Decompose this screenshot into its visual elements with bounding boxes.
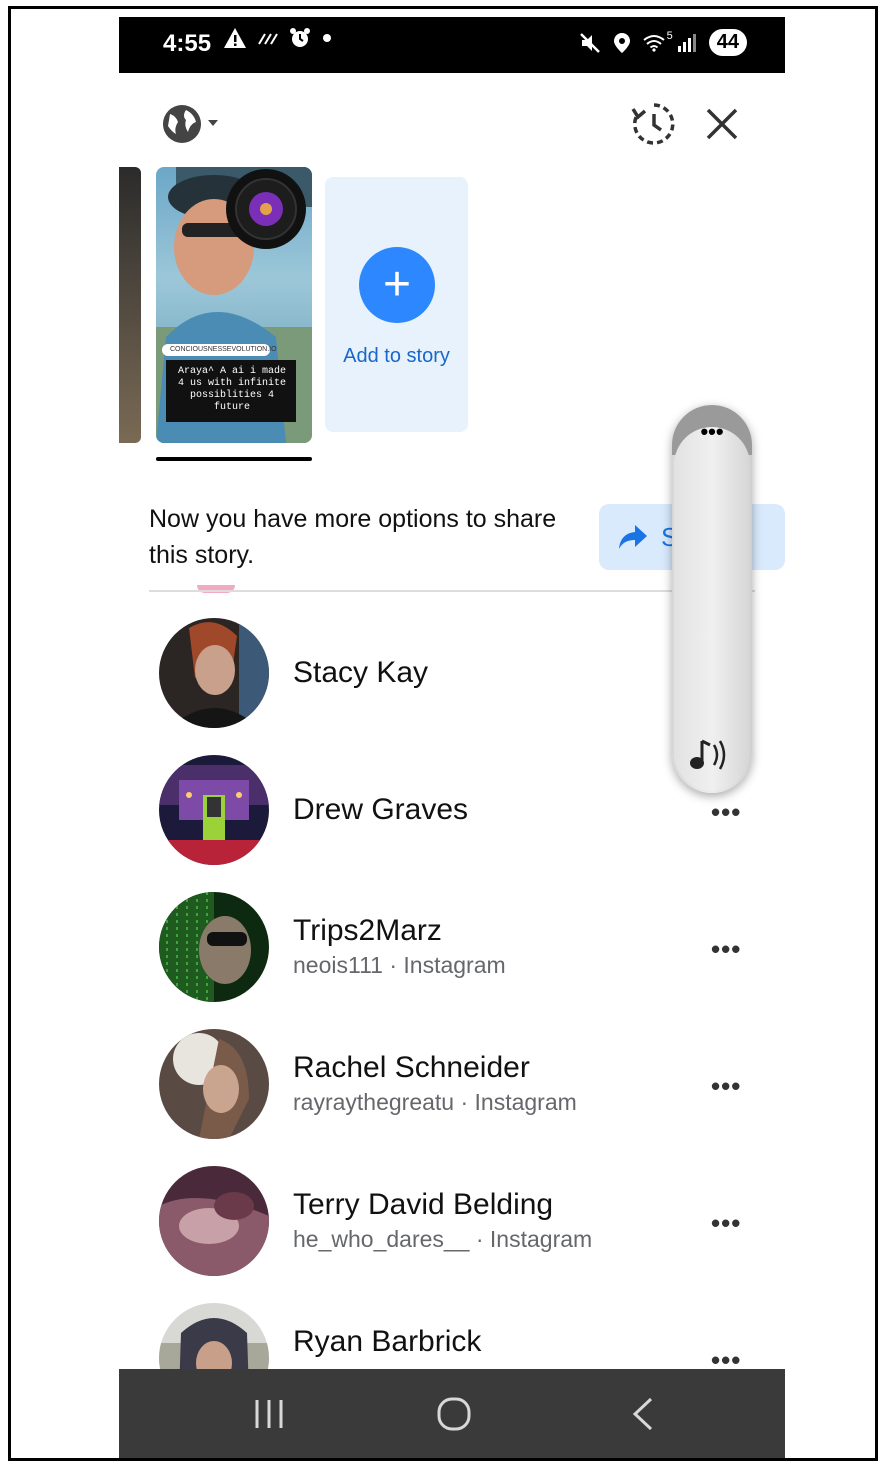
phone-screen: 4:55 5 44 CONCIOUSNESSEVOLUTION.IO Araya… (119, 17, 785, 1458)
home-icon (437, 1397, 471, 1431)
contact-row[interactable]: Rachel Schneider rayraythegreatu · Insta… (119, 1029, 785, 1149)
more-options-button[interactable]: ••• (711, 1071, 741, 1102)
back-icon (632, 1397, 653, 1431)
close-button[interactable] (699, 99, 745, 149)
wifi-label: 5 (666, 29, 673, 42)
alarm-icon (290, 28, 310, 47)
contact-subtitle: rayraythegreatu · Instagram (293, 1089, 577, 1115)
story-archive-button[interactable] (629, 99, 679, 149)
warning-icon (224, 28, 246, 48)
audience-selector-button[interactable] (157, 99, 227, 149)
floating-side-panel[interactable]: ••• (672, 405, 752, 793)
contact-row[interactable]: Terry David Belding he_who_dares__ · Ins… (119, 1166, 785, 1286)
battery-badge: 44 (708, 29, 747, 56)
back-button[interactable] (613, 1391, 673, 1437)
avatar (159, 1166, 269, 1276)
system-nav-bar (119, 1369, 785, 1458)
contact-name: Trips2Marz (293, 914, 442, 947)
contact-name: Terry David Belding (293, 1188, 554, 1221)
selected-story-indicator (156, 457, 312, 461)
status-icons-left (223, 27, 333, 49)
previous-story-thumb[interactable] (119, 167, 141, 443)
history-icon (631, 103, 675, 145)
contact-name: Ryan Barbrick (293, 1325, 482, 1358)
avatar (159, 1029, 269, 1139)
recents-icon (255, 1400, 283, 1428)
location-icon (613, 32, 630, 53)
more-options-button[interactable]: ••• (711, 1208, 741, 1239)
add-to-story-label: Add to story (343, 345, 450, 367)
avatar (159, 755, 269, 865)
contact-name: Stacy Kay (293, 656, 429, 689)
more-options-button[interactable]: ••• (711, 797, 741, 828)
avatar (159, 618, 269, 728)
wifi-icon (643, 34, 665, 52)
status-time: 4:55 (163, 30, 212, 57)
floating-panel-menu-button[interactable]: ••• (672, 419, 752, 445)
dot-icon (323, 34, 331, 42)
close-icon (706, 108, 738, 140)
globe-icon (163, 105, 218, 143)
story-link-tag: CONCIOUSNESSEVOLUTION.IO (170, 346, 277, 353)
recents-button[interactable] (239, 1391, 299, 1437)
more-options-button[interactable]: ••• (711, 934, 741, 965)
status-bar: 4:55 5 44 (119, 17, 785, 73)
contact-subtitle: neois111 · Instagram (293, 952, 506, 978)
share-arrow-icon (619, 525, 647, 549)
home-button[interactable] (424, 1391, 484, 1437)
plus-icon: + (359, 247, 435, 323)
wifi-calling-icon (258, 33, 278, 45)
contact-subtitle: he_who_dares__ · Instagram (293, 1226, 593, 1252)
contact-name: Rachel Schneider (293, 1051, 530, 1084)
story-thumbnail[interactable]: CONCIOUSNESSEVOLUTION.IO Araya^ A ai i m… (156, 167, 312, 443)
story-caption: Araya^ A ai i made 4 us with infinite po… (177, 366, 287, 413)
divider (149, 590, 755, 592)
signal-icon (677, 33, 696, 52)
wifi-indicator: 5 (643, 30, 673, 52)
mute-icon (579, 32, 600, 53)
avatar (159, 892, 269, 1002)
contact-name: Drew Graves (293, 793, 469, 826)
share-prompt-text: Now you have more options to share this … (149, 505, 557, 569)
status-icons-right: 5 44 (579, 29, 747, 56)
add-to-story-button[interactable]: + Add to story (325, 177, 468, 432)
contact-row[interactable]: Trips2Marz neois111 · Instagram ••• (119, 892, 785, 1012)
sound-icon[interactable] (688, 735, 732, 775)
